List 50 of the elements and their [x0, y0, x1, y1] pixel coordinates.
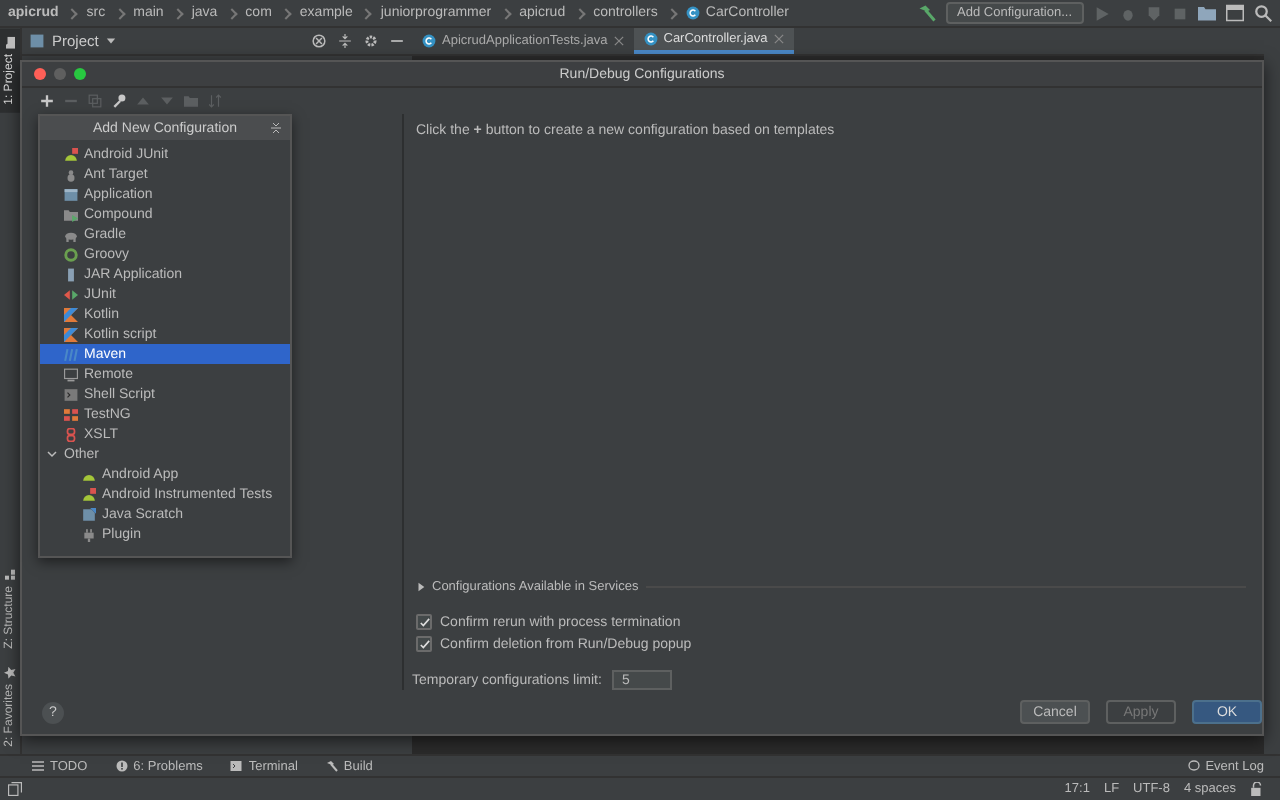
folder-icon	[64, 207, 78, 221]
ring-icon	[64, 247, 78, 261]
class-icon	[643, 32, 658, 46]
folder-icon[interactable]	[1198, 4, 1216, 22]
document-icon	[82, 507, 96, 521]
checkmark-icon	[419, 639, 429, 649]
terminal-icon	[230, 760, 243, 772]
settings-icon[interactable]	[364, 34, 378, 48]
stripes-icon	[64, 347, 78, 361]
collapse-icon[interactable]	[338, 34, 352, 48]
lock-icon[interactable]	[1250, 782, 1264, 796]
speech-bubble-icon	[1187, 760, 1200, 772]
checkbox[interactable]	[416, 614, 432, 630]
hammer-icon	[325, 760, 338, 772]
window-icon	[64, 187, 78, 201]
close-icon[interactable]	[613, 36, 624, 46]
robot-icon	[64, 147, 78, 161]
triangle-icon	[64, 327, 78, 341]
window-icon[interactable]	[1226, 4, 1244, 22]
checkbox[interactable]	[416, 636, 432, 652]
monitor-icon	[64, 367, 78, 381]
hammer-icon[interactable]	[917, 4, 936, 22]
search-icon[interactable]	[1254, 4, 1272, 22]
robot-icon	[82, 487, 96, 501]
caret-icon[interactable]	[106, 36, 117, 46]
class-icon	[685, 6, 700, 20]
target-icon[interactable]	[312, 34, 326, 48]
checkmark-icon	[419, 617, 429, 627]
class-icon	[422, 34, 436, 48]
minimize-icon[interactable]	[390, 34, 404, 48]
jar-icon	[64, 267, 78, 281]
warning-icon	[115, 760, 128, 772]
plug-icon	[82, 527, 96, 541]
terminal-icon	[64, 387, 78, 401]
wrench-icon[interactable]	[112, 94, 126, 108]
blocks-icon	[4, 568, 16, 581]
plus-icon[interactable]	[40, 94, 54, 108]
panel-icon	[30, 34, 44, 48]
window-icon[interactable]	[8, 782, 22, 796]
folder-icon	[4, 36, 16, 48]
grid-icon	[64, 407, 78, 421]
list-icon	[32, 760, 44, 772]
zoom-button[interactable]	[74, 68, 86, 80]
collapse-icon[interactable]	[270, 122, 282, 134]
chevron-icon[interactable]	[46, 448, 58, 460]
star-icon	[4, 665, 16, 678]
triangle-icon	[64, 307, 78, 321]
close-button[interactable]	[34, 68, 46, 80]
bug-icon	[64, 167, 78, 181]
arrows-icon	[64, 287, 78, 301]
